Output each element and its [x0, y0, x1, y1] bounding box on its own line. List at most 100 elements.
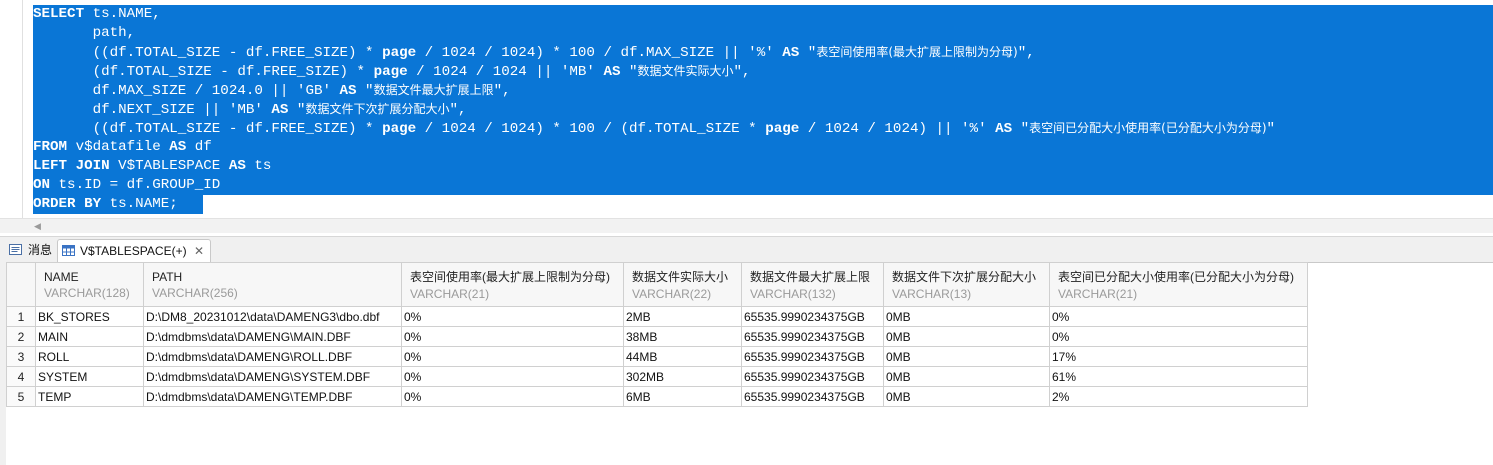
table-cell[interactable]: 65535.9990234375GB	[741, 386, 884, 407]
table-cell[interactable]: 0%	[401, 386, 624, 407]
keyword: AS	[782, 45, 800, 61]
table-row[interactable]: 4 SYSTEM D:\dmdbms\data\DAMENG\SYSTEM.DB…	[6, 366, 1308, 387]
table-cell[interactable]: D:\DM8_20231012\data\DAMENG3\dbo.dbf	[143, 306, 402, 327]
table-cell[interactable]: 0%	[401, 346, 624, 367]
close-icon[interactable]: ✕	[194, 240, 204, 262]
table-cell[interactable]: 44MB	[623, 346, 742, 367]
scroll-left-icon[interactable]: ◀	[34, 221, 41, 232]
alias-text: 表空间已分配大小使用率(已分配大小为分母)	[1029, 121, 1267, 135]
table-row[interactable]: 3 ROLL D:\dmdbms\data\DAMENG\ROLL.DBF 0%…	[6, 346, 1308, 367]
table-row[interactable]: 1 BK_STORES D:\DM8_20231012\data\DAMENG3…	[6, 306, 1308, 327]
column-header[interactable]: 数据文件下次扩展分配大小 VARCHAR(13)	[883, 262, 1050, 307]
code-line-7: ((df.TOTAL_SIZE - df.FREE_SIZE) * page /…	[33, 119, 1275, 138]
code-line-4: (df.TOTAL_SIZE - df.FREE_SIZE) * page / …	[33, 62, 1275, 81]
code-text: ",	[733, 64, 751, 80]
editor-horizontal-scrollbar[interactable]: ◀	[0, 218, 1493, 233]
table-cell[interactable]: 0MB	[883, 326, 1050, 347]
column-header[interactable]: 表空间已分配大小使用率(已分配大小为分母) VARCHAR(21)	[1049, 262, 1308, 307]
table-cell[interactable]: ROLL	[35, 346, 144, 367]
table-cell[interactable]: 6MB	[623, 386, 742, 407]
table-icon	[62, 245, 75, 256]
keyword: FROM	[33, 139, 68, 155]
column-name: 数据文件下次扩展分配大小	[892, 270, 1037, 284]
table-cell[interactable]: D:\dmdbms\data\DAMENG\TEMP.DBF	[143, 386, 402, 407]
column-header[interactable]: PATH VARCHAR(256)	[143, 262, 402, 307]
sql-code[interactable]: SELECT ts.NAME, path, ((df.TOTAL_SIZE - …	[33, 5, 1275, 214]
column-type: VARCHAR(256)	[152, 285, 238, 300]
column-header[interactable]: 数据文件最大扩展上限 VARCHAR(132)	[741, 262, 884, 307]
table-cell[interactable]: 2MB	[623, 306, 742, 327]
column-name: 表空间已分配大小使用率(已分配大小为分母)	[1058, 270, 1294, 284]
column-header[interactable]: 数据文件实际大小 VARCHAR(22)	[623, 262, 742, 307]
table-row[interactable]: 2 MAIN D:\dmdbms\data\DAMENG\MAIN.DBF 0%…	[6, 326, 1308, 347]
code-text: path,	[33, 25, 136, 41]
table-cell[interactable]: 0MB	[883, 346, 1050, 367]
code-text: df.NEXT_SIZE || 'MB'	[33, 102, 272, 118]
table-cell[interactable]: 65535.9990234375GB	[741, 366, 884, 387]
row-number[interactable]: 1	[6, 306, 36, 327]
keyword: page	[373, 64, 408, 80]
code-text: V$TABLESPACE	[109, 158, 229, 174]
row-number[interactable]: 2	[6, 326, 36, 347]
keyword: page	[382, 121, 417, 137]
column-header[interactable]: 表空间使用率(最大扩展上限制为分母) VARCHAR(21)	[401, 262, 624, 307]
table-cell[interactable]: 61%	[1049, 366, 1308, 387]
keyword: page	[382, 45, 417, 61]
table-cell[interactable]: 0MB	[883, 386, 1050, 407]
code-text: / 1024 / 1024) || '%'	[799, 121, 996, 137]
table-cell[interactable]: MAIN	[35, 326, 144, 347]
code-text: df.MAX_SIZE / 1024.0 || 'GB'	[33, 83, 340, 99]
table-cell[interactable]: TEMP	[35, 386, 144, 407]
code-text: ",	[493, 83, 511, 99]
code-text: "	[620, 64, 638, 80]
table-cell[interactable]: 302MB	[623, 366, 742, 387]
code-line-1: SELECT ts.NAME,	[33, 5, 1275, 24]
row-number[interactable]: 4	[6, 366, 36, 387]
table-cell[interactable]: 0%	[401, 326, 624, 347]
keyword: SELECT	[33, 6, 85, 22]
keyword: AS	[339, 83, 357, 99]
table-cell[interactable]: 0%	[401, 306, 624, 327]
result-tab-bar: 消息 V$TABLESPACE(+) ✕	[0, 236, 1493, 263]
table-cell[interactable]: 2%	[1049, 386, 1308, 407]
code-text: v$datafile	[67, 139, 170, 155]
column-type: VARCHAR(21)	[410, 287, 490, 301]
column-name: 表空间使用率(最大扩展上限制为分母)	[410, 270, 610, 284]
table-cell[interactable]: 0MB	[883, 366, 1050, 387]
table-cell[interactable]: 0%	[401, 366, 624, 387]
header-row: NAME VARCHAR(128) PATH VARCHAR(256) 表空间使用率…	[6, 262, 1308, 307]
table-cell[interactable]: D:\dmdbms\data\DAMENG\SYSTEM.DBF	[143, 366, 402, 387]
column-header[interactable]: NAME VARCHAR(128)	[35, 262, 144, 307]
row-number[interactable]: 5	[6, 386, 36, 407]
sql-editor[interactable]: SELECT ts.NAME, path, ((df.TOTAL_SIZE - …	[0, 0, 1493, 218]
tab-messages[interactable]: 消息	[6, 239, 56, 261]
table-cell[interactable]: BK_STORES	[35, 306, 144, 327]
corner-cell[interactable]	[6, 262, 36, 307]
table-row[interactable]: 5 TEMP D:\dmdbms\data\DAMENG\TEMP.DBF 0%…	[6, 386, 1308, 407]
row-number[interactable]: 3	[6, 346, 36, 367]
result-grid[interactable]: NAME VARCHAR(128) PATH VARCHAR(256) 表空间使用率…	[6, 262, 1308, 407]
table-cell[interactable]: D:\dmdbms\data\DAMENG\ROLL.DBF	[143, 346, 402, 367]
alias-text: 表空间使用率(最大扩展上限制为分母)	[816, 45, 1018, 59]
table-cell[interactable]: D:\dmdbms\data\DAMENG\MAIN.DBF	[143, 326, 402, 347]
table-cell[interactable]: 65535.9990234375GB	[741, 346, 884, 367]
keyword: LEFT JOIN	[33, 158, 110, 174]
tab-result-label: V$TABLESPACE(+)	[80, 244, 187, 258]
table-cell[interactable]: 0MB	[883, 306, 1050, 327]
code-text: / 1024 / 1024) * 100 / (df.TOTAL_SIZE *	[416, 121, 766, 137]
table-cell[interactable]: 65535.9990234375GB	[741, 306, 884, 327]
table-cell[interactable]: 0%	[1049, 306, 1308, 327]
table-cell[interactable]: 38MB	[623, 326, 742, 347]
table-cell[interactable]: 65535.9990234375GB	[741, 326, 884, 347]
keyword: ORDER BY	[33, 196, 102, 212]
table-cell[interactable]: 0%	[1049, 326, 1308, 347]
code-line-8: FROM v$datafile AS df	[33, 138, 1275, 157]
keyword: AS	[995, 121, 1013, 137]
table-cell[interactable]: SYSTEM	[35, 366, 144, 387]
table-cell[interactable]: 17%	[1049, 346, 1308, 367]
alias-text: 数据文件实际大小	[637, 64, 734, 78]
code-line-6: df.NEXT_SIZE || 'MB' AS "数据文件下次扩展分配大小",	[33, 100, 1275, 119]
tab-result[interactable]: V$TABLESPACE(+) ✕	[57, 239, 211, 263]
column-name: 数据文件实际大小	[632, 270, 729, 284]
column-type: VARCHAR(132)	[750, 287, 836, 301]
